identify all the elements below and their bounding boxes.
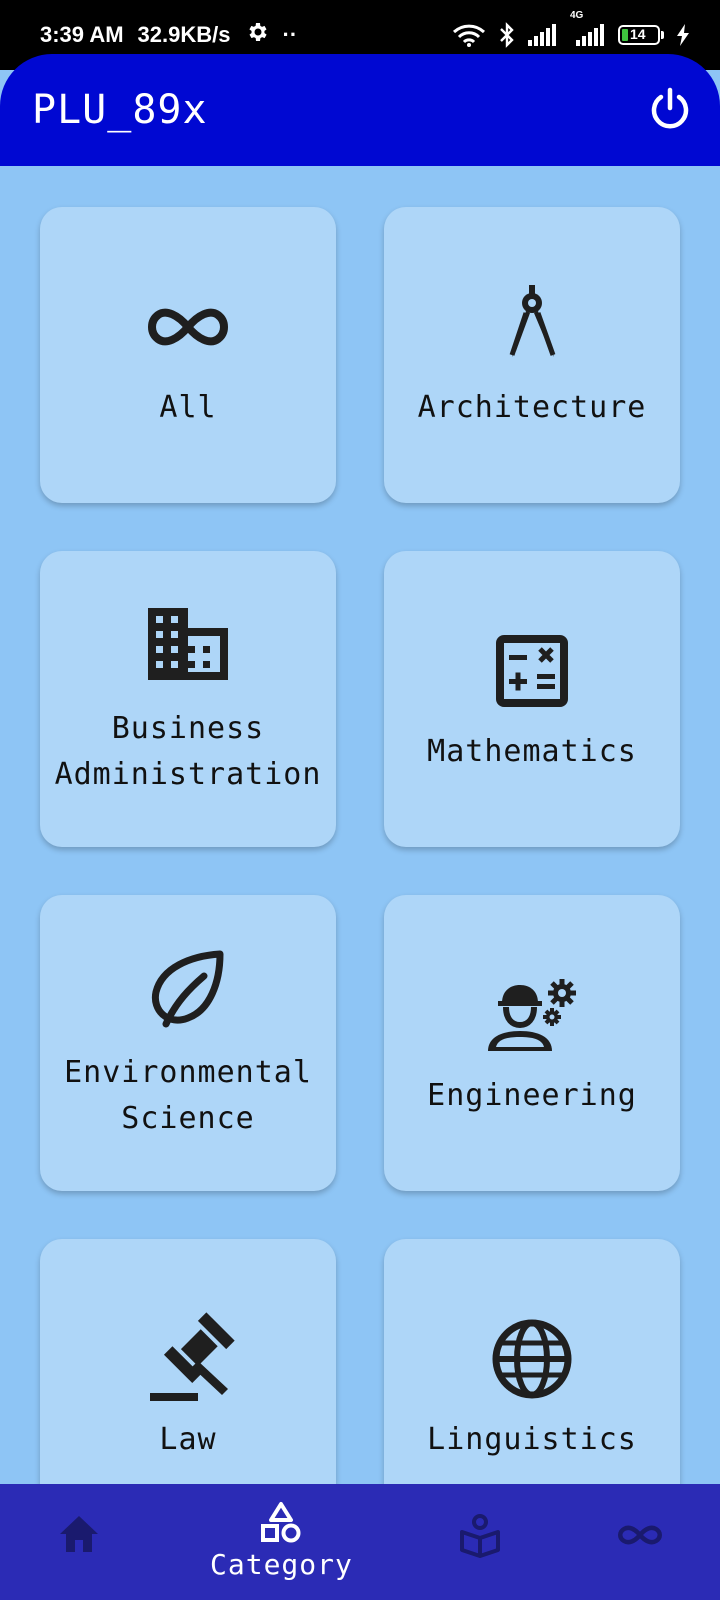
- infinity-icon: [140, 279, 236, 375]
- nav-item-category[interactable]: Category: [210, 1500, 353, 1581]
- nav-item-home[interactable]: [56, 1512, 102, 1558]
- category-label: Environmental Science: [64, 1055, 312, 1136]
- category-card-engineering[interactable]: Engineering: [384, 895, 680, 1191]
- nav-item-all[interactable]: [615, 1512, 665, 1558]
- bottom-nav: Category: [0, 1484, 720, 1600]
- reader-icon: [460, 1514, 500, 1558]
- calculator-icon: [484, 623, 580, 719]
- wifi-icon: [452, 23, 486, 47]
- globe-icon: [484, 1311, 580, 1407]
- compass-icon: [484, 279, 580, 375]
- category-label: Business Administration: [54, 711, 322, 792]
- nav-label-category: Category: [210, 1548, 353, 1581]
- battery-icon: 14: [618, 25, 664, 45]
- category-card-business-administration[interactable]: Business Administration: [40, 551, 336, 847]
- app-bar: PLU_89x: [0, 54, 720, 166]
- category-label: Linguistics: [427, 1422, 637, 1457]
- category-label: Architecture: [417, 390, 647, 425]
- status-speed: 32.9KB/s: [137, 22, 231, 47]
- bluetooth-icon: [498, 22, 516, 48]
- signal-4g-icon: 4G: [570, 10, 606, 46]
- shapes-icon: [261, 1502, 301, 1543]
- category-label: Mathematics: [427, 734, 637, 769]
- settings-status-icon: [245, 20, 269, 50]
- app-title: PLU_89x: [32, 87, 208, 133]
- power-button[interactable]: [646, 86, 694, 134]
- charging-icon: [676, 24, 690, 46]
- more-dots: ··: [282, 22, 298, 47]
- home-icon: [60, 1516, 98, 1552]
- infinity-icon: [618, 1525, 662, 1545]
- category-label: Engineering: [427, 1078, 637, 1113]
- power-icon: [651, 87, 689, 129]
- engineer-icon: [484, 967, 580, 1063]
- signal-icon: [528, 24, 558, 46]
- gavel-icon: [140, 1311, 236, 1407]
- nav-item-learn[interactable]: [457, 1512, 503, 1558]
- leaf-icon: [140, 944, 236, 1040]
- category-card-mathematics[interactable]: Mathematics: [384, 551, 680, 847]
- category-card-architecture[interactable]: Architecture: [384, 207, 680, 503]
- category-label: All: [159, 390, 217, 425]
- category-label: Law: [159, 1422, 217, 1457]
- category-card-environmental-science[interactable]: Environmental Science: [40, 895, 336, 1191]
- category-card-all[interactable]: All: [40, 207, 336, 503]
- building-icon: [140, 600, 236, 696]
- status-time: 3:39 AM: [40, 22, 124, 47]
